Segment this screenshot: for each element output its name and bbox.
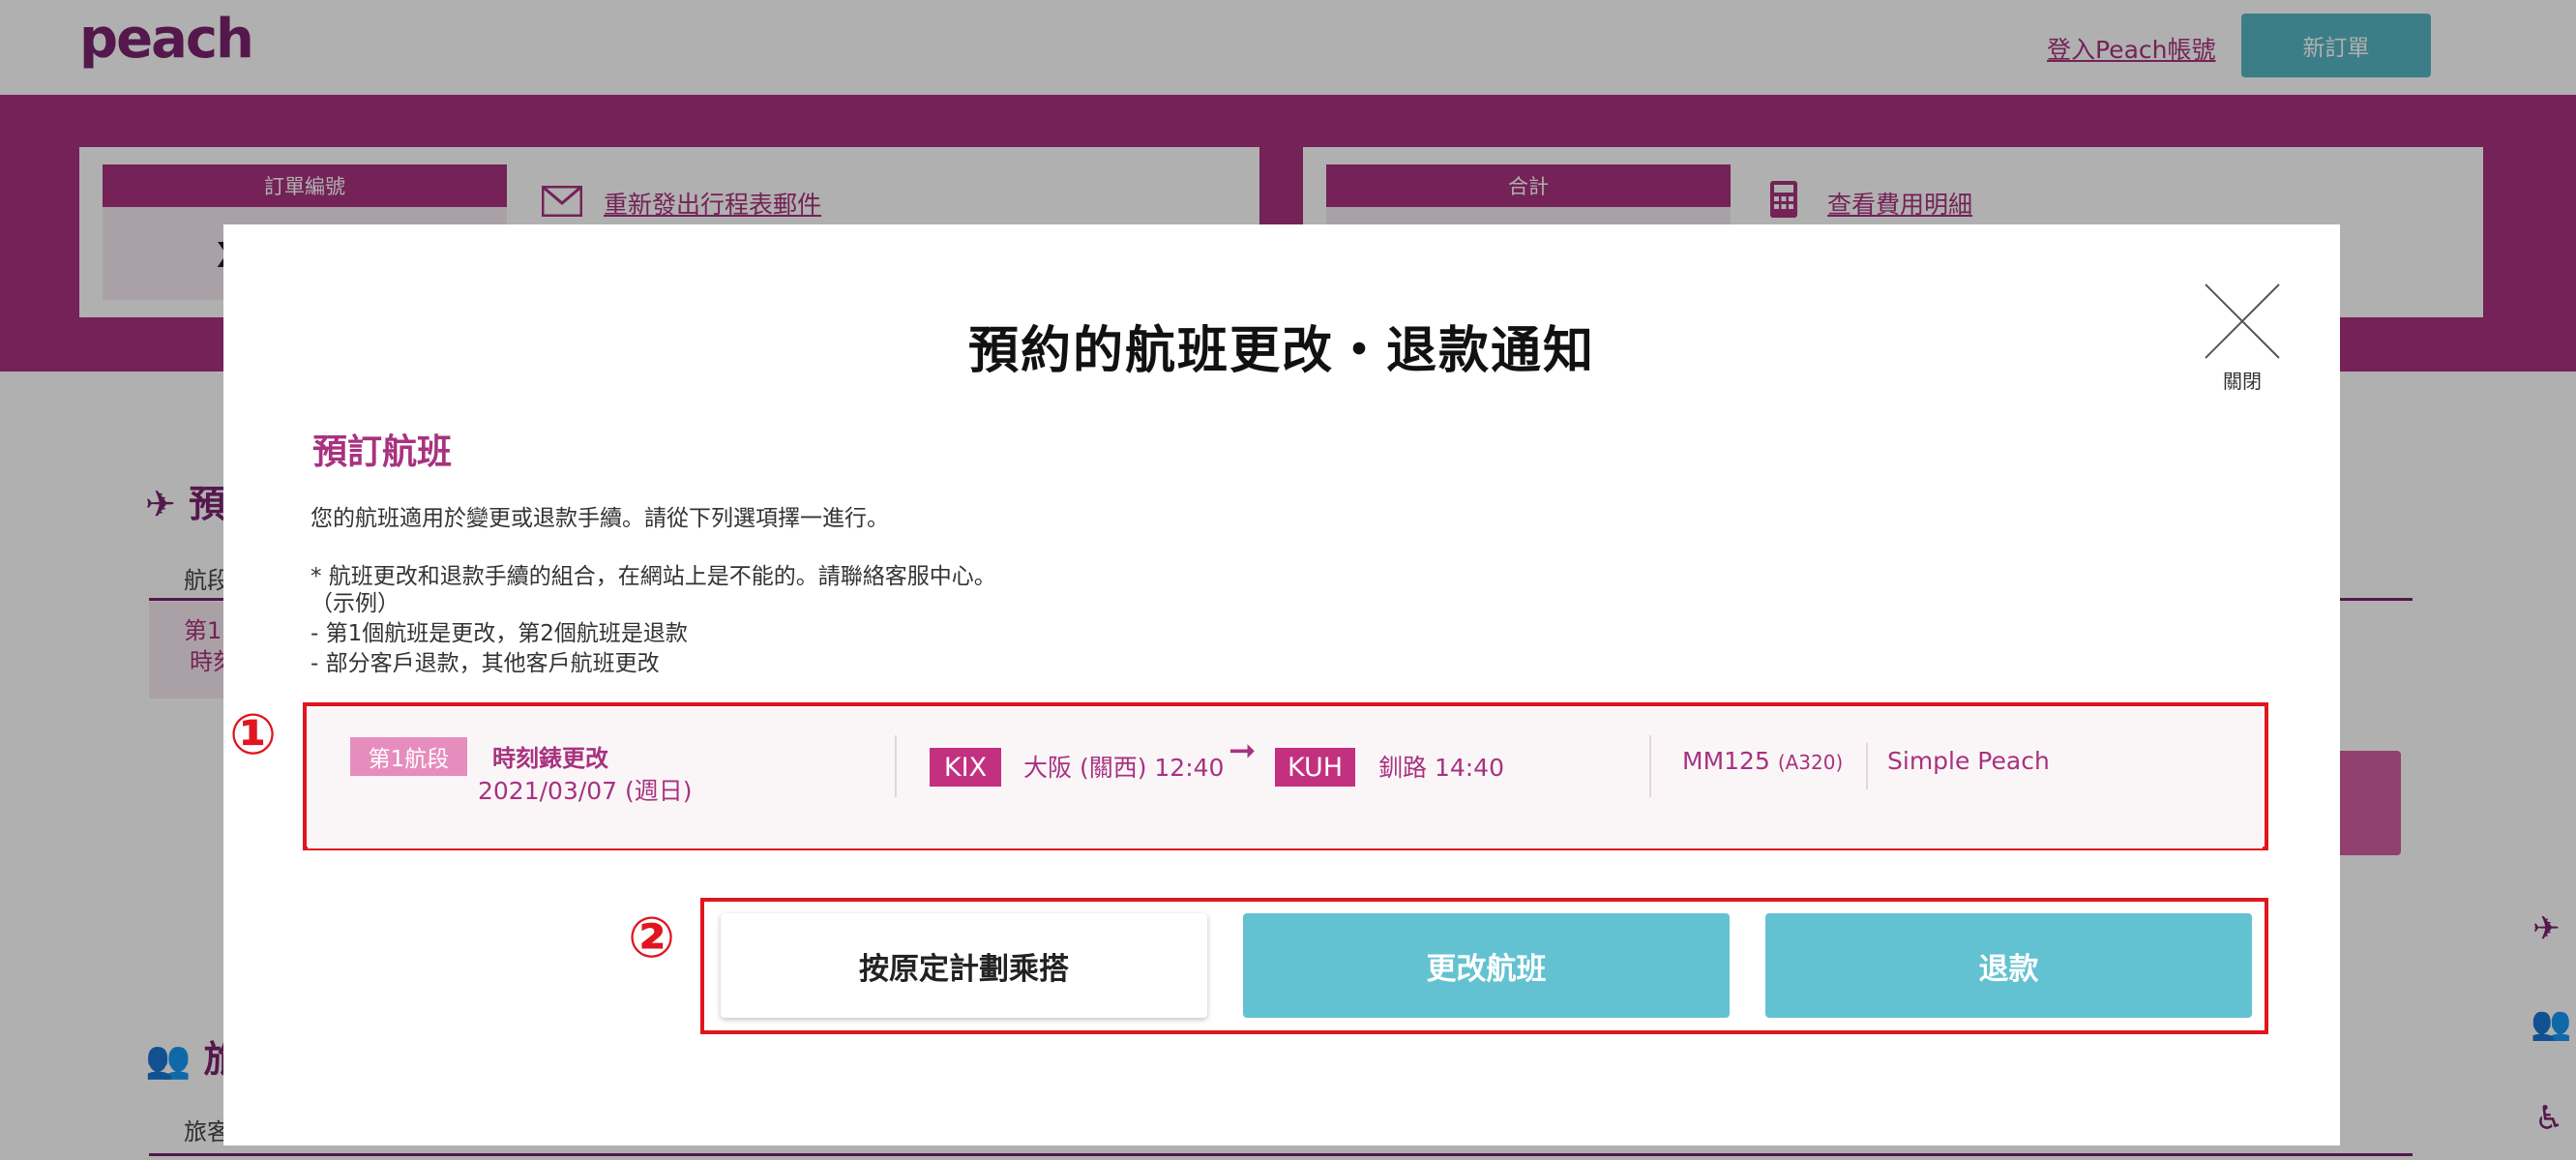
aircraft-type: (A320) xyxy=(1777,751,1844,774)
destination-airport-code: KUH xyxy=(1275,748,1355,787)
refund-button[interactable]: 退款 xyxy=(1765,913,2252,1018)
notice-line: * 航班更改和退款手續的組合，在網站上是不能的。請聯絡客服中心。 xyxy=(311,564,996,589)
notice-line: - 第1個航班是更改，第2個航班是退款 xyxy=(311,621,688,646)
destination-info: 釧路 14:40 xyxy=(1378,754,1504,782)
close-icon xyxy=(2205,283,2280,359)
close-button[interactable]: 關閉 xyxy=(2204,283,2281,393)
annotation-marker-1: ① xyxy=(229,701,278,767)
flight-change-modal: 預約的航班更改・退款通知 關閉 預訂航班 您的航班適用於變更或退款手續。請從下列… xyxy=(223,224,2340,1145)
flight-date: 2021/03/07 (週日) xyxy=(478,777,693,805)
arrow-right-icon: ➞ xyxy=(1229,731,1257,770)
origin-airport-code: KIX xyxy=(930,748,1001,787)
close-label: 關閉 xyxy=(2223,370,2262,393)
flight-number: MM125 (A320) xyxy=(1682,747,1844,775)
modal-title: 預約的航班更改・退款通知 xyxy=(967,322,1595,380)
annotation-marker-2: ② xyxy=(628,905,676,970)
divider xyxy=(895,735,897,797)
change-flight-button[interactable]: 更改航班 xyxy=(1243,913,1730,1018)
fare-type: Simple Peach xyxy=(1887,747,2050,775)
intro-text: 您的航班適用於變更或退款手續。請從下列選項擇一進行。 xyxy=(311,506,889,531)
origin-info: 大阪 (關西) 12:40 xyxy=(1023,754,1225,782)
divider xyxy=(1649,735,1651,797)
flight-row: 第1航段 時刻錶更改 2021/03/07 (週日) KIX 大阪 (關西) 1… xyxy=(308,708,2263,848)
booked-flights-title: 預訂航班 xyxy=(312,432,453,472)
notice-line: （示例） xyxy=(311,591,400,616)
divider xyxy=(1866,743,1868,789)
schedule-change-status: 時刻錶更改 xyxy=(492,745,608,772)
keep-original-plan-button[interactable]: 按原定計劃乘搭 xyxy=(721,913,1207,1018)
notice-line: - 部分客戶退款，其他客戶航班更改 xyxy=(311,651,660,676)
leg-tag: 第1航段 xyxy=(350,737,467,776)
